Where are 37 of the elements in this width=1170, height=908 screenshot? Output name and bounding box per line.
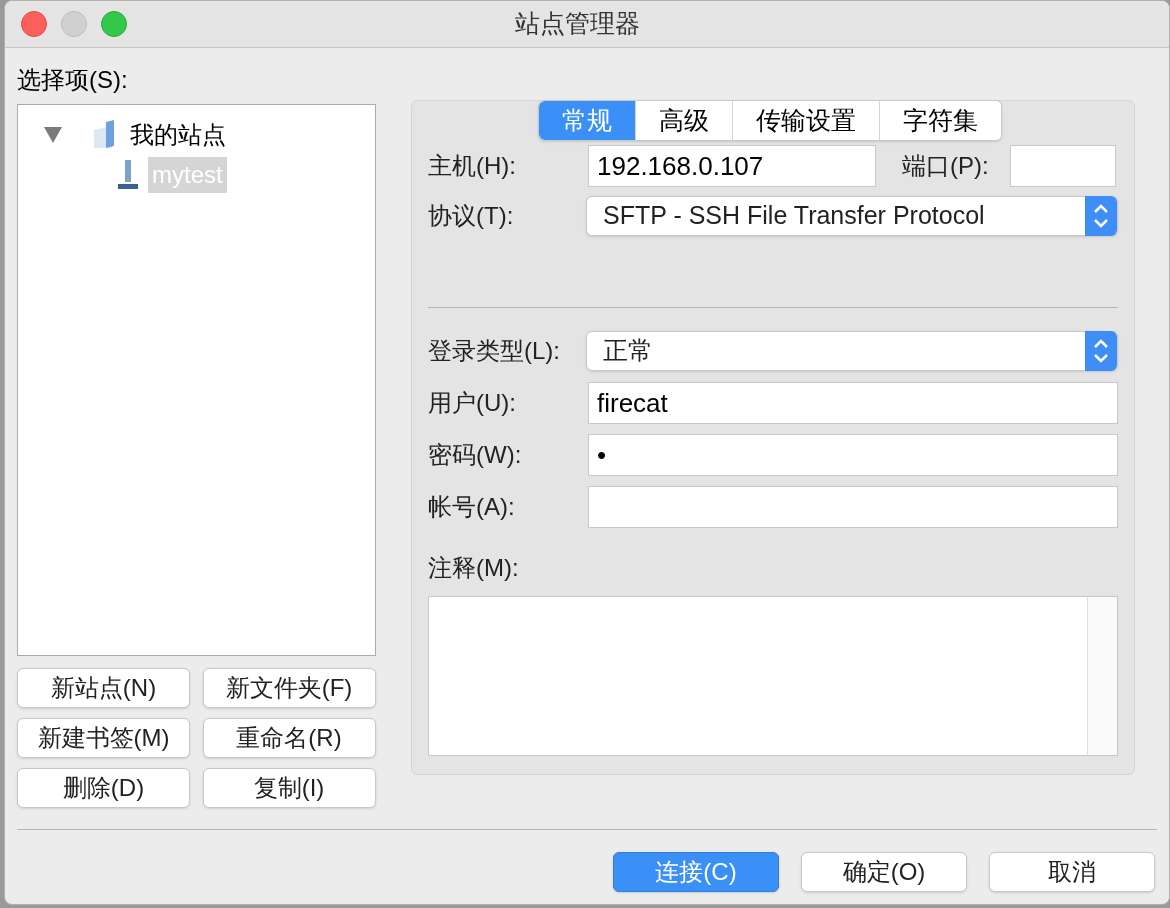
field-label: 注释(M):	[428, 554, 519, 581]
field-label: 帐号(A):	[428, 493, 515, 520]
site-action-button[interactable]: 新建书签(M)	[17, 718, 190, 758]
field-label: 主机(H):	[428, 152, 516, 179]
stepper-icon	[1085, 331, 1117, 371]
user-field[interactable]: firecat	[588, 382, 1118, 424]
field-label: 端口(P):	[902, 152, 989, 179]
logon-type-select[interactable]: 正常	[586, 331, 1118, 371]
expanded-triangle-icon[interactable]	[44, 127, 62, 143]
server-icon	[116, 160, 140, 190]
stepper-icon	[1085, 196, 1117, 236]
field-label: 协议(T):	[428, 202, 514, 229]
field-label: 用户(U):	[428, 389, 516, 416]
window-title: 站点管理器	[515, 8, 640, 40]
site-action-button[interactable]: 新站点(N)	[17, 668, 190, 708]
site-action-button[interactable]: 复制(I)	[202, 768, 376, 808]
password-field[interactable]: •	[588, 434, 1118, 476]
site-action-button[interactable]: 新文件夹(F)	[202, 668, 376, 708]
zoom-button[interactable]	[101, 11, 127, 37]
close-button[interactable]	[21, 11, 47, 37]
dialog-button[interactable]: 取消	[989, 852, 1155, 892]
dialog-button[interactable]: 确定(O)	[801, 852, 967, 892]
account-field[interactable]	[588, 486, 1118, 528]
site-action-button[interactable]: 重命名(R)	[202, 718, 376, 758]
tree-item[interactable]: 我的站点	[126, 117, 230, 153]
tree-label: 选择项(S):	[17, 65, 129, 92]
field-label: 登录类型(L):	[428, 337, 560, 364]
tab[interactable]: 传输设置	[733, 101, 880, 140]
tab[interactable]: 高级	[636, 101, 733, 140]
comments-field[interactable]	[428, 596, 1118, 756]
site-action-button[interactable]: 删除(D)	[17, 768, 190, 808]
minimize-button[interactable]	[61, 11, 87, 37]
protocol-select[interactable]: SFTP - SSH File Transfer Protocol	[586, 196, 1118, 236]
port-field[interactable]	[1010, 145, 1116, 187]
tab[interactable]: 字符集	[880, 101, 1001, 140]
host-field[interactable]: 192.168.0.107	[588, 145, 876, 187]
field-label: 密码(W):	[428, 441, 522, 468]
